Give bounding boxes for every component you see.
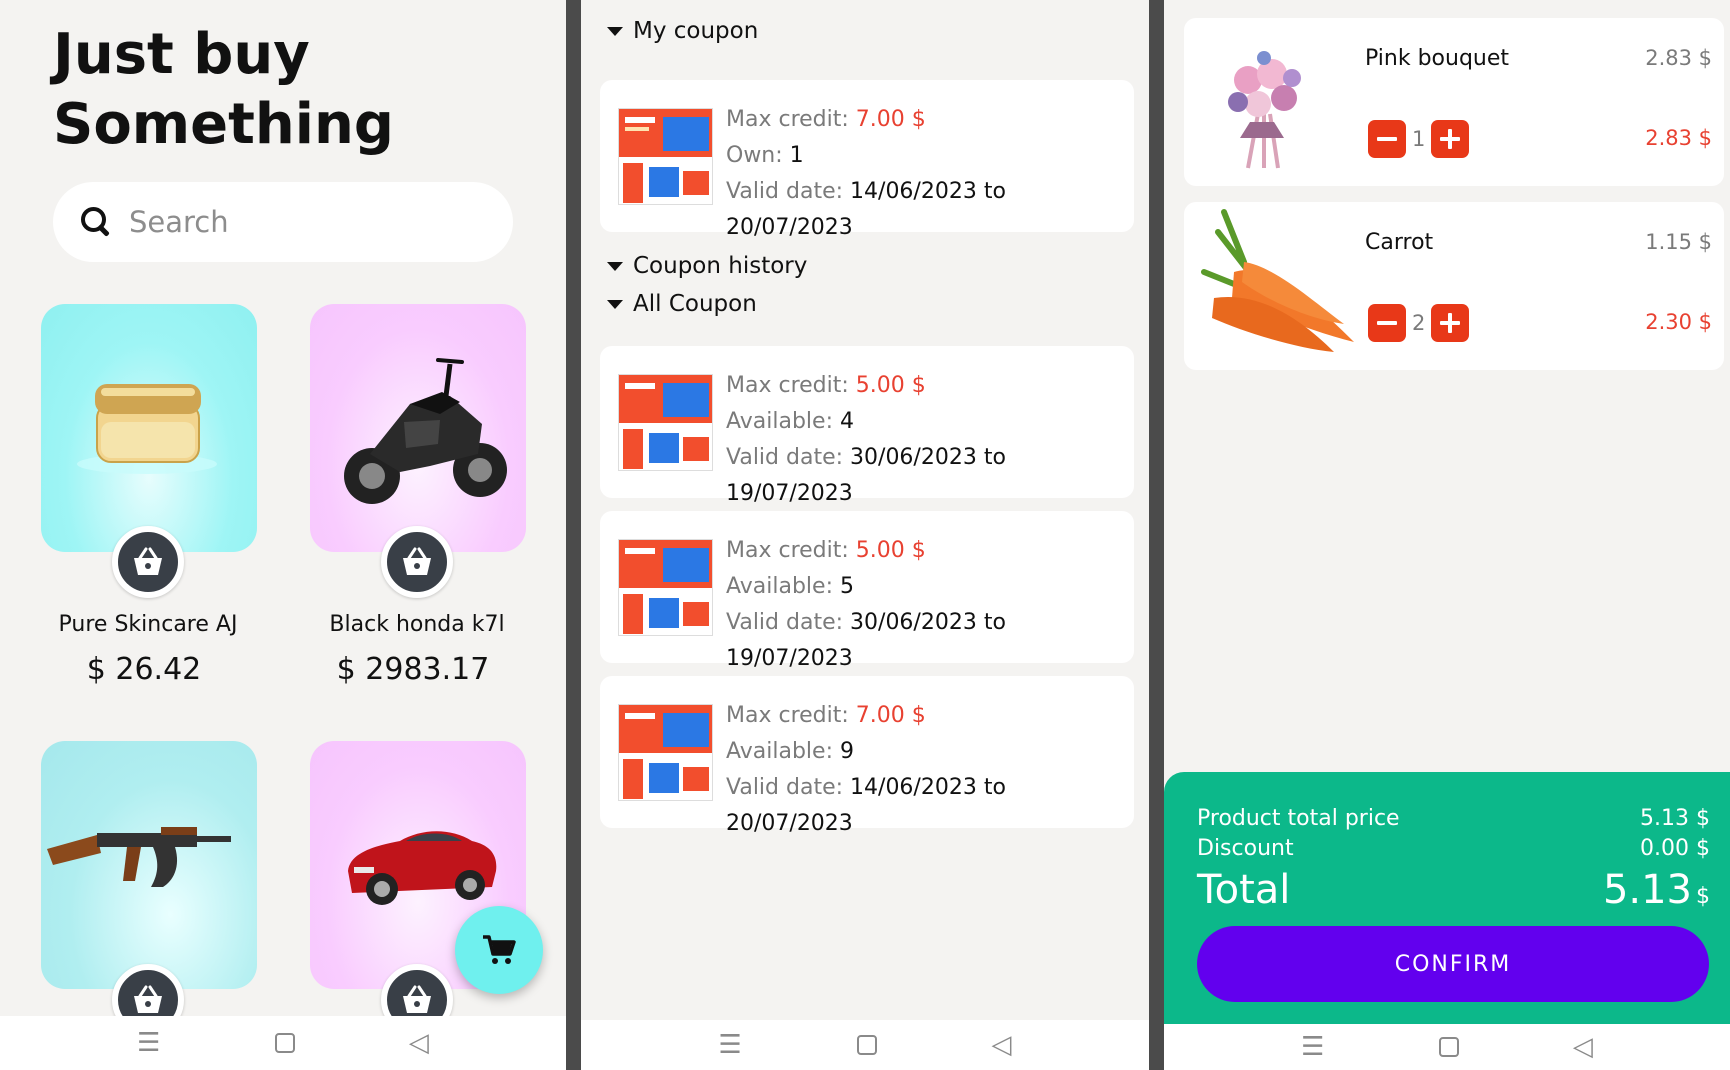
max-credit-value: 5.00 $ xyxy=(855,373,926,398)
my-coupon-card[interactable]: Max credit: 7.00 $ Own: 1 Valid date: 14… xyxy=(600,80,1134,240)
coupon-image xyxy=(618,108,713,205)
home-square-icon[interactable] xyxy=(274,1033,295,1053)
basket-icon xyxy=(403,985,431,1013)
shop-screen: Just buy Something Search Pure Skincare … xyxy=(0,0,566,1070)
coupon-screen: My coupon Max credit: 7.00 $ Own: 1 Vali… xyxy=(581,0,1149,1070)
caret-down-icon xyxy=(607,261,623,271)
back-triangle-icon[interactable]: ◁ xyxy=(992,1030,1012,1060)
shopping-cart-icon xyxy=(483,935,516,964)
product-card-motorbike[interactable] xyxy=(310,304,526,552)
coupon-image xyxy=(618,374,713,471)
menu-icon[interactable]: ☰ xyxy=(718,1030,741,1060)
product-total-row: Product total price 5.13 $ xyxy=(1197,806,1710,831)
total-label: Total xyxy=(1197,867,1291,913)
coupon-details: Max credit: 5.00 $ Available: 4 Valid da… xyxy=(726,373,1006,506)
coupon-image xyxy=(618,539,713,636)
system-nav-bar: ☰ ◁ xyxy=(1164,1024,1730,1070)
minus-icon[interactable] xyxy=(1368,120,1406,158)
line-price: 2.30 $ xyxy=(1645,310,1712,334)
cart-item: Pink bouquet 2.83 $ 1 2.83 $ xyxy=(1184,18,1724,186)
basket-icon xyxy=(134,985,162,1013)
system-nav-bar: ☰ ◁ xyxy=(0,1016,566,1070)
item-name: Pink bouquet xyxy=(1365,46,1510,71)
product-card-skincare[interactable] xyxy=(41,304,257,552)
coupon-image xyxy=(618,704,713,801)
add-to-cart-button[interactable] xyxy=(381,526,453,598)
caret-down-icon xyxy=(607,26,623,36)
unit-price: 1.15 $ xyxy=(1645,230,1712,254)
menu-icon[interactable]: ☰ xyxy=(137,1028,160,1058)
total-value: 5.13 xyxy=(1602,867,1692,913)
product-name: Pure Skincare AJ xyxy=(58,612,238,637)
add-to-cart-button[interactable] xyxy=(112,526,184,598)
coupon-details: Max credit: 7.00 $ Own: 1 Valid date: 14… xyxy=(726,107,1006,240)
confirm-button[interactable]: CONFIRM xyxy=(1197,926,1709,1002)
coupon-details: Max credit: 5.00 $ Available: 5 Valid da… xyxy=(726,538,1006,671)
discount-value: 0.00 $ xyxy=(1640,836,1710,861)
page-title: Just buy Something xyxy=(53,22,394,157)
coupon-card[interactable]: Max credit: 5.00 $ Available: 4 Valid da… xyxy=(600,346,1134,506)
available-count: 4 xyxy=(840,409,854,434)
max-credit-value: 7.00 $ xyxy=(855,703,926,728)
search-icon xyxy=(77,204,113,240)
coupon-details: Max credit: 7.00 $ Available: 9 Valid da… xyxy=(726,703,1006,836)
total-row: Total 5.13 $ xyxy=(1197,867,1710,913)
quantity-stepper: 1 xyxy=(1368,120,1470,158)
product-card-rifle[interactable] xyxy=(41,741,257,989)
product-name: Black honda k7l xyxy=(329,612,505,637)
cart-screen: Pink bouquet 2.83 $ 1 2.83 $ Carrot 1.15… xyxy=(1164,0,1730,1070)
coupon-card[interactable]: Max credit: 7.00 $ Available: 9 Valid da… xyxy=(600,676,1134,836)
available-count: 9 xyxy=(840,739,854,764)
unit-price: 2.83 $ xyxy=(1645,46,1712,70)
all-coupon-header[interactable]: All Coupon xyxy=(607,291,757,317)
quantity-value: 2 xyxy=(1412,311,1426,335)
system-nav-bar: ☰ ◁ xyxy=(581,1020,1149,1070)
cart-item: Carrot 1.15 $ 2 2.30 $ xyxy=(1184,202,1724,370)
product-total-value: 5.13 $ xyxy=(1640,806,1710,831)
open-cart-button[interactable] xyxy=(455,906,543,994)
max-credit-value: 5.00 $ xyxy=(855,538,926,563)
back-triangle-icon[interactable]: ◁ xyxy=(409,1028,429,1058)
menu-icon[interactable]: ☰ xyxy=(1301,1032,1324,1062)
product-price: $ 26.42 xyxy=(86,652,202,687)
basket-icon xyxy=(134,547,162,575)
quantity-stepper: 2 xyxy=(1368,304,1470,342)
search-bar[interactable]: Search xyxy=(53,182,513,262)
plus-icon[interactable] xyxy=(1431,304,1470,342)
discount-row: Discount 0.00 $ xyxy=(1197,836,1710,861)
skincare-jar-image xyxy=(77,384,217,474)
basket-icon xyxy=(403,547,431,575)
discount-label: Discount xyxy=(1197,836,1294,861)
bouquet-image xyxy=(1228,51,1301,169)
carrot-image xyxy=(1201,209,1354,352)
quantity-value: 1 xyxy=(1412,127,1426,151)
home-square-icon[interactable] xyxy=(856,1035,877,1055)
own-count: 1 xyxy=(789,143,804,168)
available-count: 5 xyxy=(840,574,854,599)
back-triangle-icon[interactable]: ◁ xyxy=(1573,1032,1593,1062)
coupon-history-header[interactable]: Coupon history xyxy=(607,253,807,279)
minus-icon[interactable] xyxy=(1368,304,1406,342)
motorbike-image xyxy=(344,358,507,504)
caret-down-icon xyxy=(607,299,623,309)
product-price: $ 2983.17 xyxy=(336,652,490,687)
total-unit: $ xyxy=(1696,884,1710,909)
home-square-icon[interactable] xyxy=(1438,1037,1459,1057)
search-input[interactable]: Search xyxy=(129,205,229,239)
max-credit-value: 7.00 $ xyxy=(855,107,926,132)
product-total-label: Product total price xyxy=(1197,806,1400,831)
coupon-card[interactable]: Max credit: 5.00 $ Available: 5 Valid da… xyxy=(600,511,1134,671)
rifle-image xyxy=(47,827,231,887)
order-summary-panel: Product total price 5.13 $ Discount 0.00… xyxy=(1164,772,1730,1024)
line-price: 2.83 $ xyxy=(1645,126,1712,150)
plus-icon[interactable] xyxy=(1431,120,1470,158)
my-coupon-header[interactable]: My coupon xyxy=(607,18,758,44)
item-name: Carrot xyxy=(1365,230,1434,255)
